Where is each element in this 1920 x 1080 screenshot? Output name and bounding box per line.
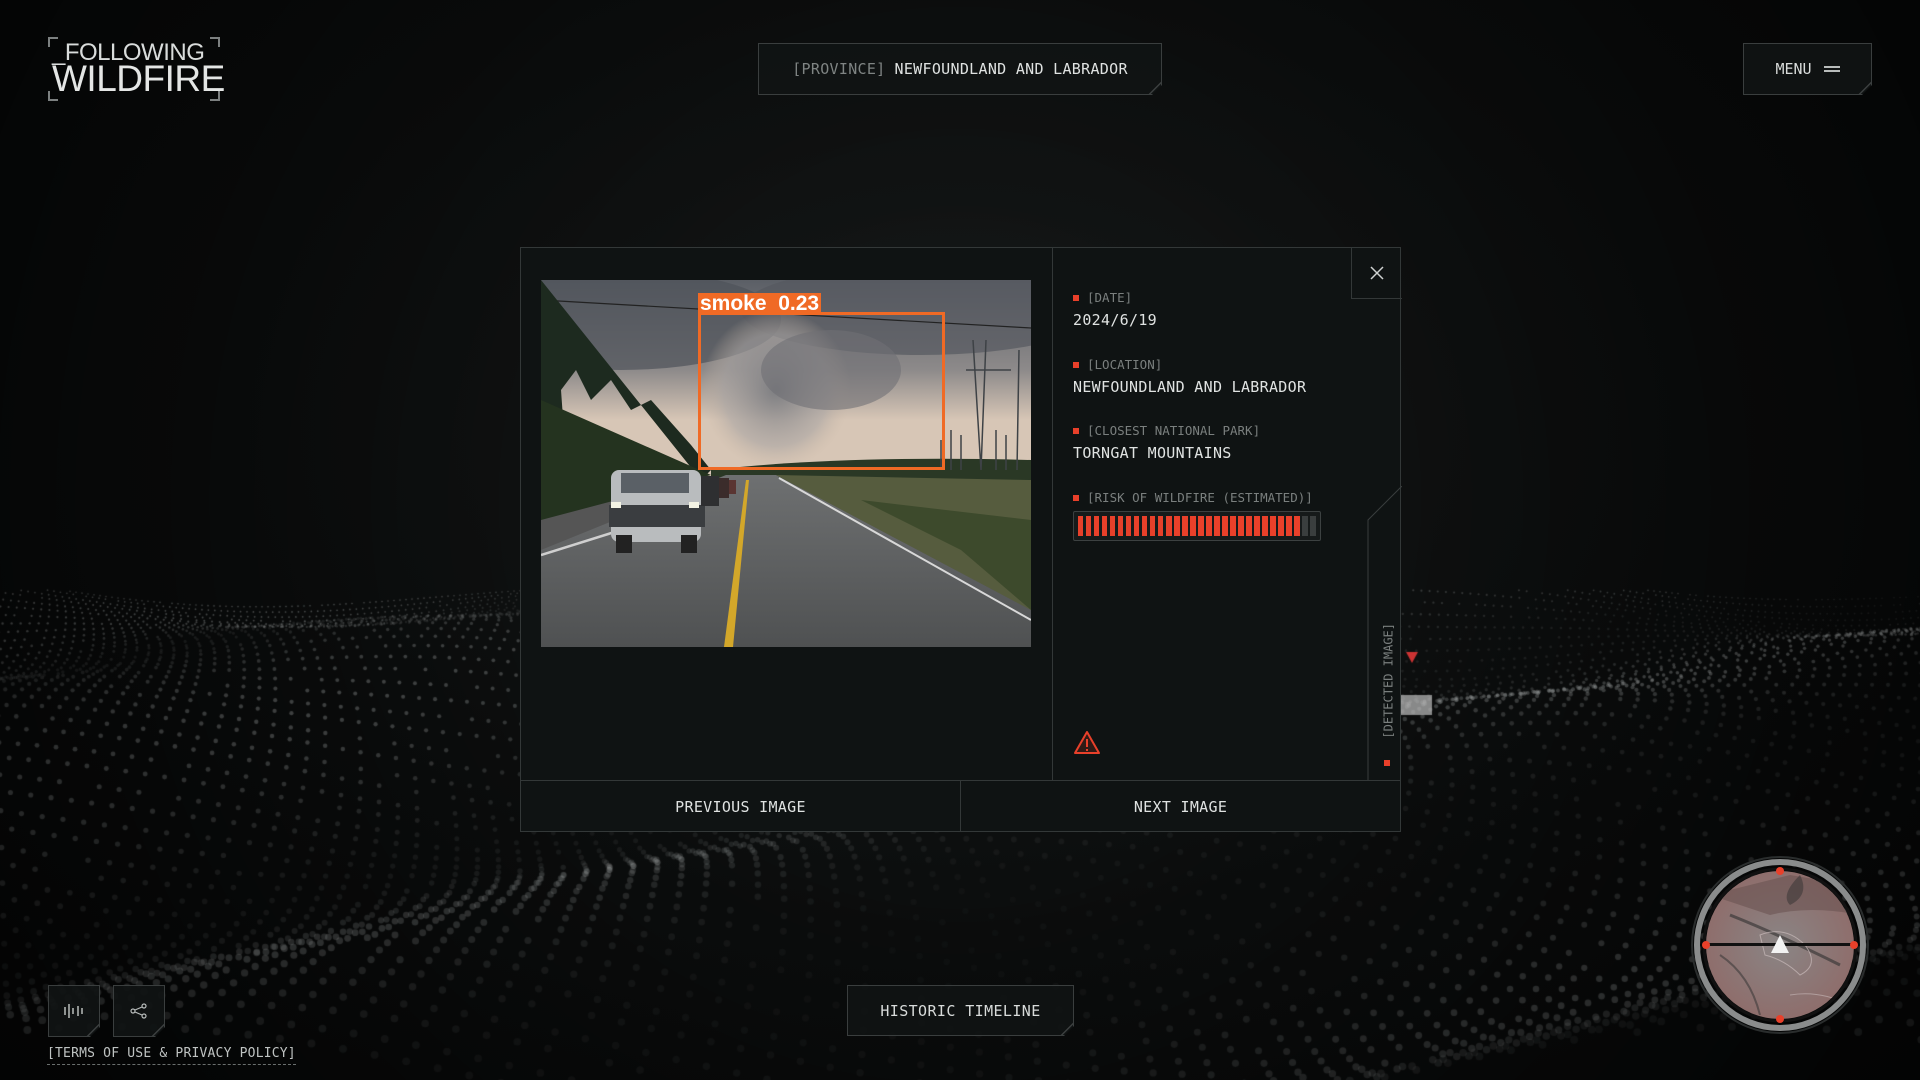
risk-segment-filled xyxy=(1190,516,1196,536)
detection-class: smoke xyxy=(700,292,767,315)
historic-timeline-button[interactable]: HISTORIC TIMELINE xyxy=(847,985,1074,1036)
risk-meter xyxy=(1073,511,1321,541)
risk-segment-filled xyxy=(1118,516,1124,536)
detection-modal: smoke 0.23 [DATE] 2024/6/19 [LOCATION] N… xyxy=(520,247,1402,832)
risk-segment-filled xyxy=(1078,516,1084,536)
risk-segment-filled xyxy=(1198,516,1204,536)
compass-marker-south xyxy=(1776,1015,1784,1023)
detection-confidence: 0.23 xyxy=(778,292,820,315)
minimap-compass[interactable] xyxy=(1690,855,1870,1035)
logo-line-2: WILDFIRE xyxy=(52,58,225,99)
info-panel: [DATE] 2024/6/19 [LOCATION] NEWFOUNDLAND… xyxy=(1052,248,1402,780)
risk-segment-filled xyxy=(1182,516,1188,536)
detection-bounding-box xyxy=(698,312,945,470)
menu-button[interactable]: MENU xyxy=(1743,43,1872,95)
risk-segment-filled xyxy=(1286,516,1292,536)
compass-marker-north xyxy=(1776,867,1784,875)
risk-segment-filled xyxy=(1230,516,1236,536)
bullet-icon xyxy=(1384,760,1390,766)
bullet-icon xyxy=(1073,294,1079,301)
next-image-button[interactable]: NEXT IMAGE xyxy=(960,781,1400,832)
close-button[interactable] xyxy=(1351,248,1402,299)
detected-image: smoke 0.23 xyxy=(541,280,1031,647)
image-navigation: PREVIOUS IMAGE NEXT IMAGE xyxy=(521,780,1400,832)
hamburger-icon xyxy=(1824,66,1840,72)
risk-segment-filled xyxy=(1158,516,1164,536)
compass-marker-west xyxy=(1702,941,1710,949)
location-field: [LOCATION] NEWFOUNDLAND AND LABRADOR xyxy=(1073,357,1306,396)
share-button[interactable] xyxy=(113,985,165,1037)
risk-segment-filled xyxy=(1222,516,1228,536)
risk-segment-filled xyxy=(1294,516,1300,536)
risk-segment-filled xyxy=(1126,516,1132,536)
risk-segment-filled xyxy=(1246,516,1252,536)
sound-wave-icon xyxy=(63,1003,85,1019)
risk-segment-filled xyxy=(1134,516,1140,536)
historic-timeline-label: HISTORIC TIMELINE xyxy=(880,1001,1041,1020)
risk-segment-filled xyxy=(1150,516,1156,536)
date-label: [DATE] xyxy=(1087,290,1133,305)
risk-segment-filled xyxy=(1094,516,1100,536)
risk-segment-filled xyxy=(1142,516,1148,536)
photo-area: smoke 0.23 xyxy=(521,248,1052,780)
risk-segment-filled xyxy=(1110,516,1116,536)
close-icon xyxy=(1370,266,1384,280)
date-field: [DATE] 2024/6/19 xyxy=(1073,290,1157,329)
risk-segment-filled xyxy=(1262,516,1268,536)
warning-icon xyxy=(1074,731,1100,754)
compass-marker-east xyxy=(1850,941,1858,949)
logo[interactable]: _FOLLOWING WILDFIRE xyxy=(48,37,225,101)
share-icon xyxy=(130,1003,148,1019)
province-selector[interactable]: [PROVINCE] NEWFOUNDLAND AND LABRADOR xyxy=(758,43,1162,95)
risk-segment-filled xyxy=(1166,516,1172,536)
risk-segment-filled xyxy=(1174,516,1180,536)
risk-segment-filled xyxy=(1102,516,1108,536)
risk-segment-filled xyxy=(1278,516,1284,536)
national-park-field: [CLOSEST NATIONAL PARK] TORNGAT MOUNTAIN… xyxy=(1073,423,1260,462)
national-park-value: TORNGAT MOUNTAINS xyxy=(1073,444,1232,462)
national-park-label: [CLOSEST NATIONAL PARK] xyxy=(1087,423,1261,438)
location-value: NEWFOUNDLAND AND LABRADOR xyxy=(1073,378,1307,396)
menu-label: MENU xyxy=(1775,60,1812,78)
province-tag: [PROVINCE] xyxy=(792,60,886,78)
risk-segment-empty xyxy=(1302,516,1308,536)
province-value: NEWFOUNDLAND AND LABRADOR xyxy=(894,60,1128,78)
risk-segment-filled xyxy=(1086,516,1092,536)
risk-field: [RISK OF WILDFIRE (ESTIMATED)] xyxy=(1073,490,1313,505)
risk-segment-filled xyxy=(1270,516,1276,536)
previous-image-button[interactable]: PREVIOUS IMAGE xyxy=(521,781,960,832)
compass-graphic xyxy=(1691,856,1869,1034)
sound-button[interactable] xyxy=(48,985,100,1037)
location-label: [LOCATION] xyxy=(1087,357,1163,372)
risk-segment-filled xyxy=(1206,516,1212,536)
detection-label: smoke 0.23 xyxy=(698,292,822,315)
bullet-icon xyxy=(1073,427,1079,434)
date-value: 2024/6/19 xyxy=(1073,311,1157,329)
detected-image-label: [DETECTED IMAGE] xyxy=(1382,623,1396,739)
logo-corner xyxy=(210,37,220,47)
risk-label: [RISK OF WILDFIRE (ESTIMATED)] xyxy=(1087,490,1313,505)
risk-segment-filled xyxy=(1254,516,1260,536)
bullet-icon xyxy=(1073,494,1079,501)
terms-privacy-link[interactable]: [TERMS OF USE & PRIVACY POLICY] xyxy=(47,1046,296,1065)
risk-segment-filled xyxy=(1214,516,1220,536)
risk-segment-filled xyxy=(1238,516,1244,536)
risk-segment-empty xyxy=(1310,516,1316,536)
bullet-icon xyxy=(1073,361,1079,368)
